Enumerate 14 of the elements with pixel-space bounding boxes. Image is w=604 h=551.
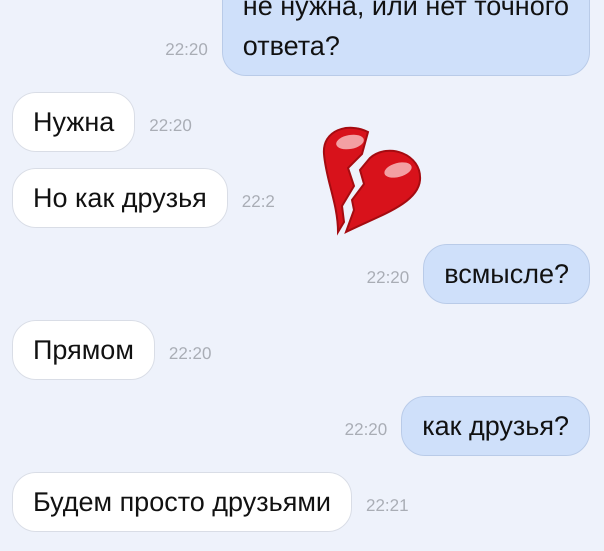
- message-time: 22:20: [149, 116, 192, 136]
- message-bubble: Прямом: [12, 320, 155, 380]
- message-time: 22:20: [168, 344, 212, 364]
- message-bubble: Но как друзья: [12, 168, 228, 228]
- message-bubble: Нужна: [12, 92, 136, 152]
- message-time: 22:21: [366, 496, 409, 516]
- message-bubble: как друзья?: [401, 396, 590, 456]
- message-time: 22:20: [344, 420, 388, 440]
- message-bubble: всмысле?: [423, 244, 590, 304]
- message-bubble: Будем просто друзьями: [12, 472, 352, 532]
- message-time: 22:20: [366, 268, 410, 288]
- message-time: 22:2: [242, 192, 275, 212]
- message-time: 22:20: [165, 40, 208, 60]
- message-bubble: не нужна, или нет точного ответа?: [222, 0, 590, 76]
